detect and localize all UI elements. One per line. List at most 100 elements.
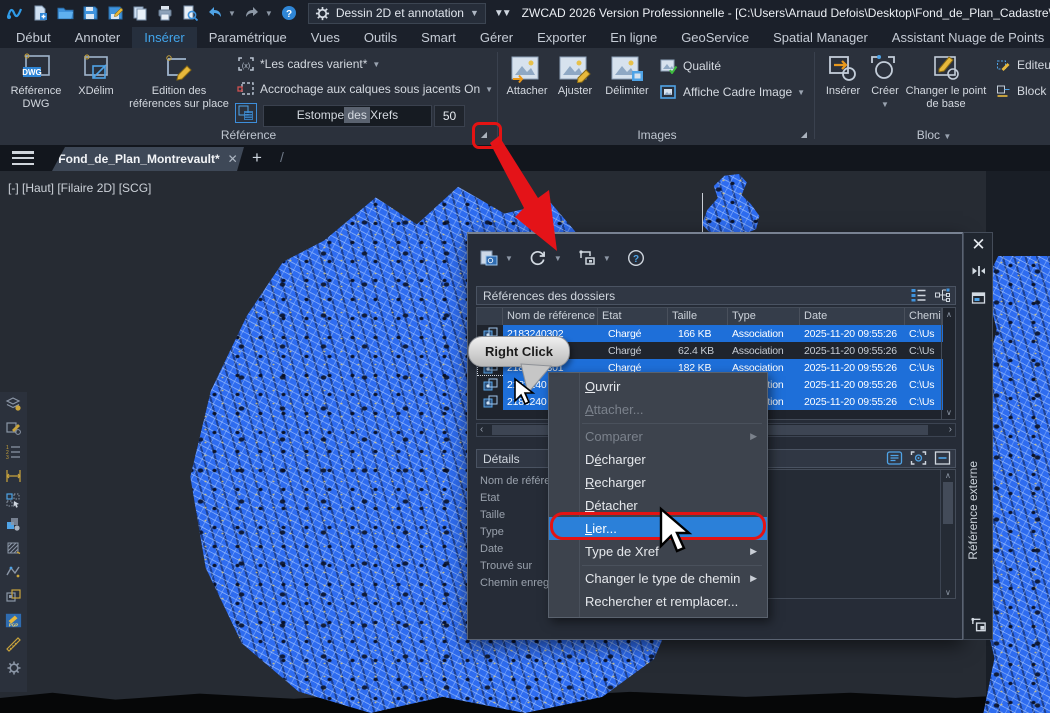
ribbon-tab-ins-rer[interactable]: Insérer xyxy=(132,27,196,48)
edit-reference-in-place-button[interactable]: Edition des références sur place xyxy=(126,53,232,111)
attach-image-button[interactable]: Attacher xyxy=(502,53,552,98)
ribbon-tab-assistant-nuage-de-points[interactable]: Assistant Nuage de Points xyxy=(880,27,1050,48)
new-file-icon[interactable] xyxy=(31,5,49,22)
xref-frames-dropdown[interactable]: (x) *Les cadres varient*▼ xyxy=(237,56,380,72)
undo-icon[interactable] xyxy=(206,5,224,22)
ribbon-tab-d-but[interactable]: Début xyxy=(4,27,63,48)
list-view-icon[interactable] xyxy=(910,288,927,302)
workspace-switcher[interactable]: Dessin 2D et annotation ▼ xyxy=(308,3,486,24)
cadastre-map-island xyxy=(698,174,764,234)
pgp-editor-icon[interactable]: PGP xyxy=(5,612,22,628)
column-header-4[interactable]: Type xyxy=(728,308,800,325)
redo-icon[interactable] xyxy=(243,5,261,22)
block-button[interactable]: Block xyxy=(995,84,1046,98)
quick-select-icon[interactable] xyxy=(5,492,22,508)
menu-item-recharger[interactable]: Recharger xyxy=(549,471,767,494)
svg-text:PGP: PGP xyxy=(9,622,18,627)
image-frame-dropdown[interactable]: Affiche Cadre Image▼ xyxy=(660,84,805,100)
ribbon-tab-smart[interactable]: Smart xyxy=(409,27,468,48)
ribbon-tabs: DébutAnnoterInsérerParamétriqueVuesOutil… xyxy=(4,27,1050,48)
open-folder-icon[interactable] xyxy=(56,5,74,22)
column-header-icon[interactable] xyxy=(477,308,503,325)
ribbon-tab-spatial-manager[interactable]: Spatial Manager xyxy=(761,27,880,48)
ribbon-tab-exporter[interactable]: Exporter xyxy=(525,27,598,48)
document-tab[interactable]: Fond_de_Plan_Montrevault* ✕ xyxy=(52,147,244,171)
layer-states-icon[interactable] xyxy=(5,396,22,412)
numbered-list-icon[interactable]: 123 xyxy=(5,444,22,460)
column-header-3[interactable]: Taille xyxy=(668,308,728,325)
menu-item-d-charger[interactable]: Décharger xyxy=(549,448,767,471)
insert-block-button[interactable]: Insérer xyxy=(820,53,866,98)
close-tab-icon[interactable]: ✕ xyxy=(228,152,238,166)
save-tree-dropdown-icon[interactable]: ▼ xyxy=(603,254,611,263)
dimension-spacing-icon[interactable] xyxy=(5,468,22,484)
edit-reference-icon[interactable] xyxy=(5,420,22,436)
help-circle-icon[interactable]: ? xyxy=(625,248,647,268)
collapse-icon[interactable] xyxy=(934,451,951,465)
ribbon-tab-vues[interactable]: Vues xyxy=(299,27,352,48)
close-icon[interactable]: ✕ xyxy=(970,237,987,253)
image-frame-icon xyxy=(660,84,678,100)
details-label: Trouvé sur xyxy=(480,558,556,575)
ribbon-tab-param-trique[interactable]: Paramétrique xyxy=(197,27,299,48)
xref-item-icon xyxy=(477,376,503,393)
adjust-image-button[interactable]: Ajuster xyxy=(552,53,598,98)
redo-dropdown-icon[interactable]: ▼ xyxy=(265,9,273,18)
column-header-5[interactable]: Date xyxy=(800,308,905,325)
save-as-icon[interactable] xyxy=(106,5,124,22)
ribbon-tab-annoter[interactable]: Annoter xyxy=(63,27,133,48)
toolbar-customize-icon[interactable]: ▼▼ xyxy=(494,8,510,19)
images-panel-expander[interactable]: ◢ xyxy=(796,127,812,141)
xref-notify-icon[interactable] xyxy=(5,588,22,604)
hatch-icon[interactable] xyxy=(5,540,22,556)
menu-item-ouvrir[interactable]: Ouvrir xyxy=(549,375,767,398)
tree-view-icon[interactable] xyxy=(934,288,951,302)
underlay-snap-dropdown[interactable]: Accrochage aux calques sous jacents On▼ xyxy=(237,81,493,97)
undo-dropdown-icon[interactable]: ▼ xyxy=(228,9,236,18)
save-icon[interactable] xyxy=(81,5,99,22)
chevron-down-icon: ▼ xyxy=(470,8,479,18)
create-block-button[interactable]: Créer ▼ xyxy=(866,53,904,111)
ribbon-tab-outils[interactable]: Outils xyxy=(352,27,409,48)
menu-hamburger-icon[interactable] xyxy=(12,151,34,165)
block-editor-button[interactable]: Editeur xyxy=(995,58,1050,72)
plot-preview-icon[interactable] xyxy=(181,5,199,22)
scroll-right-icon[interactable]: › xyxy=(949,424,952,435)
measure-icon[interactable] xyxy=(5,636,22,652)
print-icon[interactable] xyxy=(156,5,174,22)
copy-icon[interactable] xyxy=(131,5,149,22)
image-quality-button[interactable]: Qualité xyxy=(660,58,721,74)
settings-gear-icon[interactable] xyxy=(5,660,22,676)
properties-icon[interactable] xyxy=(970,290,987,306)
ribbon-tab-g-rer[interactable]: Gérer xyxy=(468,27,525,48)
column-header-6[interactable]: Chemin xyxy=(905,308,943,325)
frame-variable-icon: (x) xyxy=(237,56,255,72)
preview-view-icon[interactable] xyxy=(910,451,927,465)
xdelim-button[interactable]: XDélim xyxy=(70,53,122,98)
xref-fading-slider[interactable]: Estompe des Xrefs xyxy=(263,105,432,127)
ribbon-tab-en-ligne[interactable]: En ligne xyxy=(598,27,669,48)
polyline-icon[interactable] xyxy=(5,564,22,580)
details-label: Nom de référence xyxy=(480,473,556,490)
new-tab-button[interactable]: + xyxy=(252,148,262,168)
details-view-icon[interactable] xyxy=(886,451,903,465)
menu-item-changer-le-type-de-chemin[interactable]: Changer le type de chemin▶ xyxy=(549,567,767,590)
attach-image-icon xyxy=(509,53,545,83)
help-icon[interactable]: ? xyxy=(280,5,298,22)
column-header-2[interactable]: Etat xyxy=(598,308,668,325)
auto-hide-pin-icon[interactable] xyxy=(970,263,987,279)
change-base-point-button[interactable]: Changer le point de base xyxy=(902,53,990,111)
viewport-controls-label[interactable]: [-] [Haut] [Filaire 2D] [SCG] xyxy=(8,181,151,195)
scroll-left-icon[interactable]: ‹ xyxy=(480,424,483,435)
clip-image-button[interactable]: Délimiter xyxy=(600,53,654,98)
blocks-icon[interactable] xyxy=(5,516,22,532)
xref-fading-toggle[interactable] xyxy=(237,105,255,121)
folders-section-header[interactable]: Références des dossiers xyxy=(476,286,956,305)
details-scrollbar[interactable]: ∧ ∨ xyxy=(940,470,955,598)
column-header-1[interactable]: Nom de référence xyxy=(503,308,598,325)
table-vertical-scrollbar[interactable]: ∧ ∨ xyxy=(941,308,956,419)
ribbon-tab-geoservice[interactable]: GeoService xyxy=(669,27,761,48)
zwcad-logo-icon[interactable] xyxy=(6,5,24,22)
reference-dwg-button[interactable]: DWG Référence DWG xyxy=(6,53,66,111)
menu-item-rechercher-et-remplacer[interactable]: Rechercher et remplacer... xyxy=(549,590,767,613)
